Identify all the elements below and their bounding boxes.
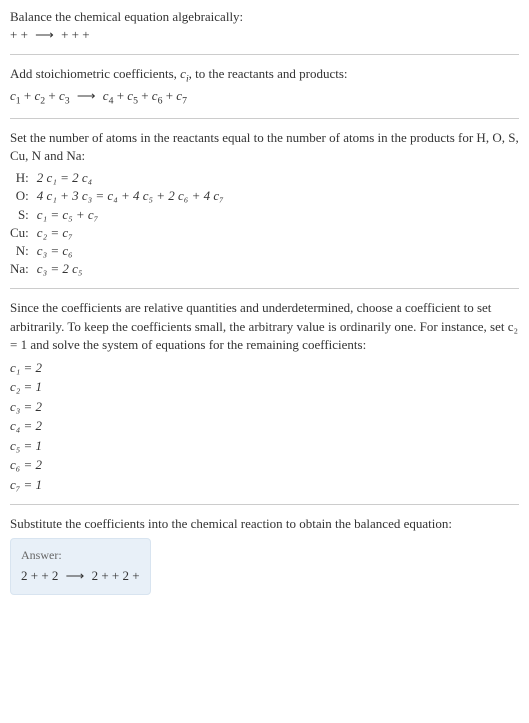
atom-eq: c₂ = c₇ [37, 224, 224, 242]
coef-c6: c₆ = 2 [10, 455, 519, 475]
coef-c1: c₁ = 2 [10, 358, 519, 378]
step1-text-part1: Add stoichiometric coefficients, [10, 66, 180, 81]
step1-section: Add stoichiometric coefficients, ci, to … [10, 65, 519, 107]
s5: 5 [133, 95, 138, 106]
atom-label: N: [10, 242, 37, 260]
step2-section: Set the number of atoms in the reactants… [10, 129, 519, 279]
intro-line1: Balance the chemical equation algebraica… [10, 8, 519, 26]
atom-equations: H: 2 c₁ = 2 c₄ O: 4 c₁ + 3 c₃ = c₄ + 4 c… [10, 169, 224, 278]
s2: 2 [40, 95, 45, 106]
divider [10, 54, 519, 55]
answer-left: 2 + + 2 [21, 568, 62, 583]
coef-c5: c₅ = 1 [10, 436, 519, 456]
intro-left: + + [10, 27, 31, 42]
atom-label: O: [10, 187, 37, 205]
atom-row-o: O: 4 c₁ + 3 c₃ = c₄ + 4 c₅ + 2 c₆ + 4 c₇ [10, 187, 224, 205]
atom-eq: c₃ = c₆ [37, 242, 224, 260]
atom-label: Na: [10, 260, 37, 278]
step4-text: Substitute the coefficients into the che… [10, 515, 519, 533]
step1-equation: c1 + c2 + c3 ⟶ c4 + c5 + c6 + c7 [10, 87, 519, 108]
s3: 3 [65, 95, 70, 106]
answer-equation: 2 + + 2 ⟶ 2 + + 2 + [21, 567, 140, 585]
atom-label: Cu: [10, 224, 37, 242]
intro-equation: + + ⟶ + + + [10, 26, 519, 44]
step3-section: Since the coefficients are relative quan… [10, 299, 519, 494]
intro-right: + + + [61, 27, 90, 42]
s6: 6 [158, 95, 163, 106]
plus: + [48, 88, 59, 103]
divider [10, 504, 519, 505]
coef-c3: c₃ = 2 [10, 397, 519, 417]
coefficient-list: c₁ = 2 c₂ = 1 c₃ = 2 c₄ = 2 c₅ = 1 c₆ = … [10, 358, 519, 495]
atom-row-h: H: 2 c₁ = 2 c₄ [10, 169, 224, 187]
atom-row-s: S: c₁ = c₅ + c₇ [10, 206, 224, 224]
arrow-icon: ⟶ [31, 27, 58, 42]
s7: 7 [182, 95, 187, 106]
plus: + [117, 88, 128, 103]
plus: + [24, 88, 35, 103]
atom-eq: c₃ = 2 c₅ [37, 260, 224, 278]
step2-text: Set the number of atoms in the reactants… [10, 129, 519, 165]
atom-eq: 2 c₁ = 2 c₄ [37, 169, 224, 187]
atom-label: H: [10, 169, 37, 187]
divider [10, 118, 519, 119]
atom-row-n: N: c₃ = c₆ [10, 242, 224, 260]
arrow-icon: ⟶ [73, 88, 100, 103]
atom-row-cu: Cu: c₂ = c₇ [10, 224, 224, 242]
atom-label: S: [10, 206, 37, 224]
answer-label: Answer: [21, 547, 140, 564]
arrow-icon: ⟶ [62, 568, 89, 583]
step1-text: Add stoichiometric coefficients, ci, to … [10, 65, 519, 86]
plus: + [166, 88, 177, 103]
plus: + [141, 88, 152, 103]
atom-eq: c₁ = c₅ + c₇ [37, 206, 224, 224]
atom-eq: 4 c₁ + 3 c₃ = c₄ + 4 c₅ + 2 c₆ + 4 c₇ [37, 187, 224, 205]
answer-box: Answer: 2 + + 2 ⟶ 2 + + 2 + [10, 538, 151, 595]
s4: 4 [109, 95, 114, 106]
step1-text-part2: , to the reactants and products: [189, 66, 348, 81]
coef-c4: c₄ = 2 [10, 416, 519, 436]
coef-c7: c₇ = 1 [10, 475, 519, 495]
step3-text: Since the coefficients are relative quan… [10, 299, 519, 354]
intro-section: Balance the chemical equation algebraica… [10, 8, 519, 44]
coef-c2: c₂ = 1 [10, 377, 519, 397]
answer-right: 2 + + 2 + [92, 568, 140, 583]
step4-section: Substitute the coefficients into the che… [10, 515, 519, 594]
divider [10, 288, 519, 289]
atom-row-na: Na: c₃ = 2 c₅ [10, 260, 224, 278]
s1: 1 [16, 95, 21, 106]
